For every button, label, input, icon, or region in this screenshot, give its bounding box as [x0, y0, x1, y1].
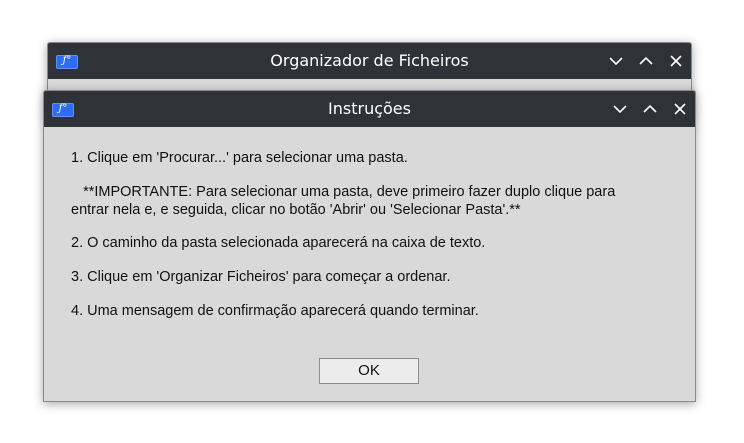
close-icon[interactable]	[673, 102, 687, 116]
maximize-icon[interactable]	[643, 102, 657, 116]
minimize-icon[interactable]	[613, 102, 627, 116]
app-logo-icon: ƒ°	[52, 103, 74, 117]
main-window-controls	[609, 43, 683, 79]
dialog-titlebar[interactable]: ƒ° Instruções	[44, 91, 695, 127]
main-window-titlebar[interactable]: ƒ° Organizador de Ficheiros	[48, 43, 691, 79]
instruction-step-1: 1. Clique em 'Procurar...' para selecion…	[71, 150, 408, 166]
instruction-step-3: 3. Clique em 'Organizar Ficheiros' para …	[71, 269, 451, 285]
main-window-title: Organizador de Ficheiros	[270, 51, 469, 70]
instruction-step-4: 4. Uma mensagem de confirmação aparecerá…	[71, 303, 479, 319]
instruction-important-line-1: **IMPORTANTE: Para selecionar uma pasta,…	[71, 184, 616, 200]
dialog-controls	[613, 91, 687, 127]
minimize-icon[interactable]	[609, 54, 623, 68]
close-icon[interactable]	[669, 54, 683, 68]
app-logo-glyph: ƒ°	[62, 55, 72, 66]
instructions-dialog: ƒ° Instruções 1. Clique em 'Procurar...'…	[43, 90, 696, 402]
app-logo-icon: ƒ°	[56, 55, 78, 69]
dialog-title: Instruções	[328, 99, 411, 118]
instruction-important-line-2: entrar nela e, e seguida, clicar no botã…	[71, 202, 521, 218]
maximize-icon[interactable]	[639, 54, 653, 68]
ok-button[interactable]: OK	[319, 358, 419, 384]
instruction-step-2: 2. O caminho da pasta selecionada aparec…	[71, 235, 486, 251]
dialog-body: 1. Clique em 'Procurar...' para selecion…	[44, 127, 695, 401]
app-logo-glyph: ƒ°	[58, 103, 68, 114]
